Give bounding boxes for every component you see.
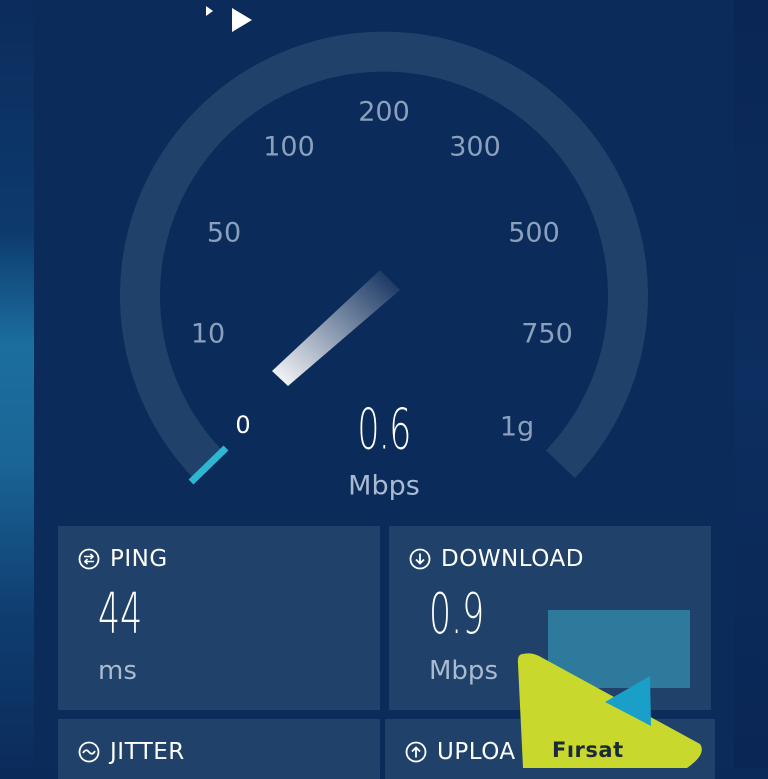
gauge-needle bbox=[272, 270, 400, 386]
tick-label-500: 500 bbox=[508, 217, 560, 249]
download-title-row: DOWNLOAD bbox=[409, 546, 584, 572]
jitter-card: JITTER bbox=[58, 719, 380, 779]
ping-title: PING bbox=[110, 546, 168, 572]
jitter-title-row: JITTER bbox=[78, 739, 185, 765]
tick-label-10: 10 bbox=[190, 318, 226, 350]
download-unit: Mbps bbox=[429, 656, 498, 686]
current-speed-value: 0.6 bbox=[357, 397, 411, 463]
tick-label-300: 300 bbox=[449, 131, 501, 163]
current-speed-unit: Mbps bbox=[348, 470, 420, 502]
jitter-icon bbox=[78, 741, 100, 763]
tick-label-100: 100 bbox=[263, 131, 315, 163]
tick-label-50: 50 bbox=[206, 217, 242, 249]
download-title: DOWNLOAD bbox=[441, 546, 584, 572]
jitter-title: JITTER bbox=[110, 739, 185, 765]
download-icon bbox=[409, 548, 431, 570]
promo-label[interactable]: Fırsat bbox=[552, 738, 624, 762]
tick-label-1g: 1g bbox=[499, 411, 535, 443]
upload-title: UPLOA bbox=[437, 739, 516, 765]
upload-title-row: UPLOA bbox=[405, 739, 516, 765]
ping-unit: ms bbox=[98, 656, 137, 686]
ping-icon bbox=[78, 548, 100, 570]
tick-label-750: 750 bbox=[521, 318, 573, 350]
tick-label-200: 200 bbox=[358, 96, 410, 128]
tick-label-0: 0 bbox=[235, 411, 251, 439]
download-value: 0.9 bbox=[429, 582, 485, 647]
ping-value: 44 bbox=[98, 582, 143, 647]
ping-title-row: PING bbox=[78, 546, 168, 572]
upload-icon bbox=[405, 741, 427, 763]
ping-card: PING 44 ms bbox=[58, 526, 380, 710]
